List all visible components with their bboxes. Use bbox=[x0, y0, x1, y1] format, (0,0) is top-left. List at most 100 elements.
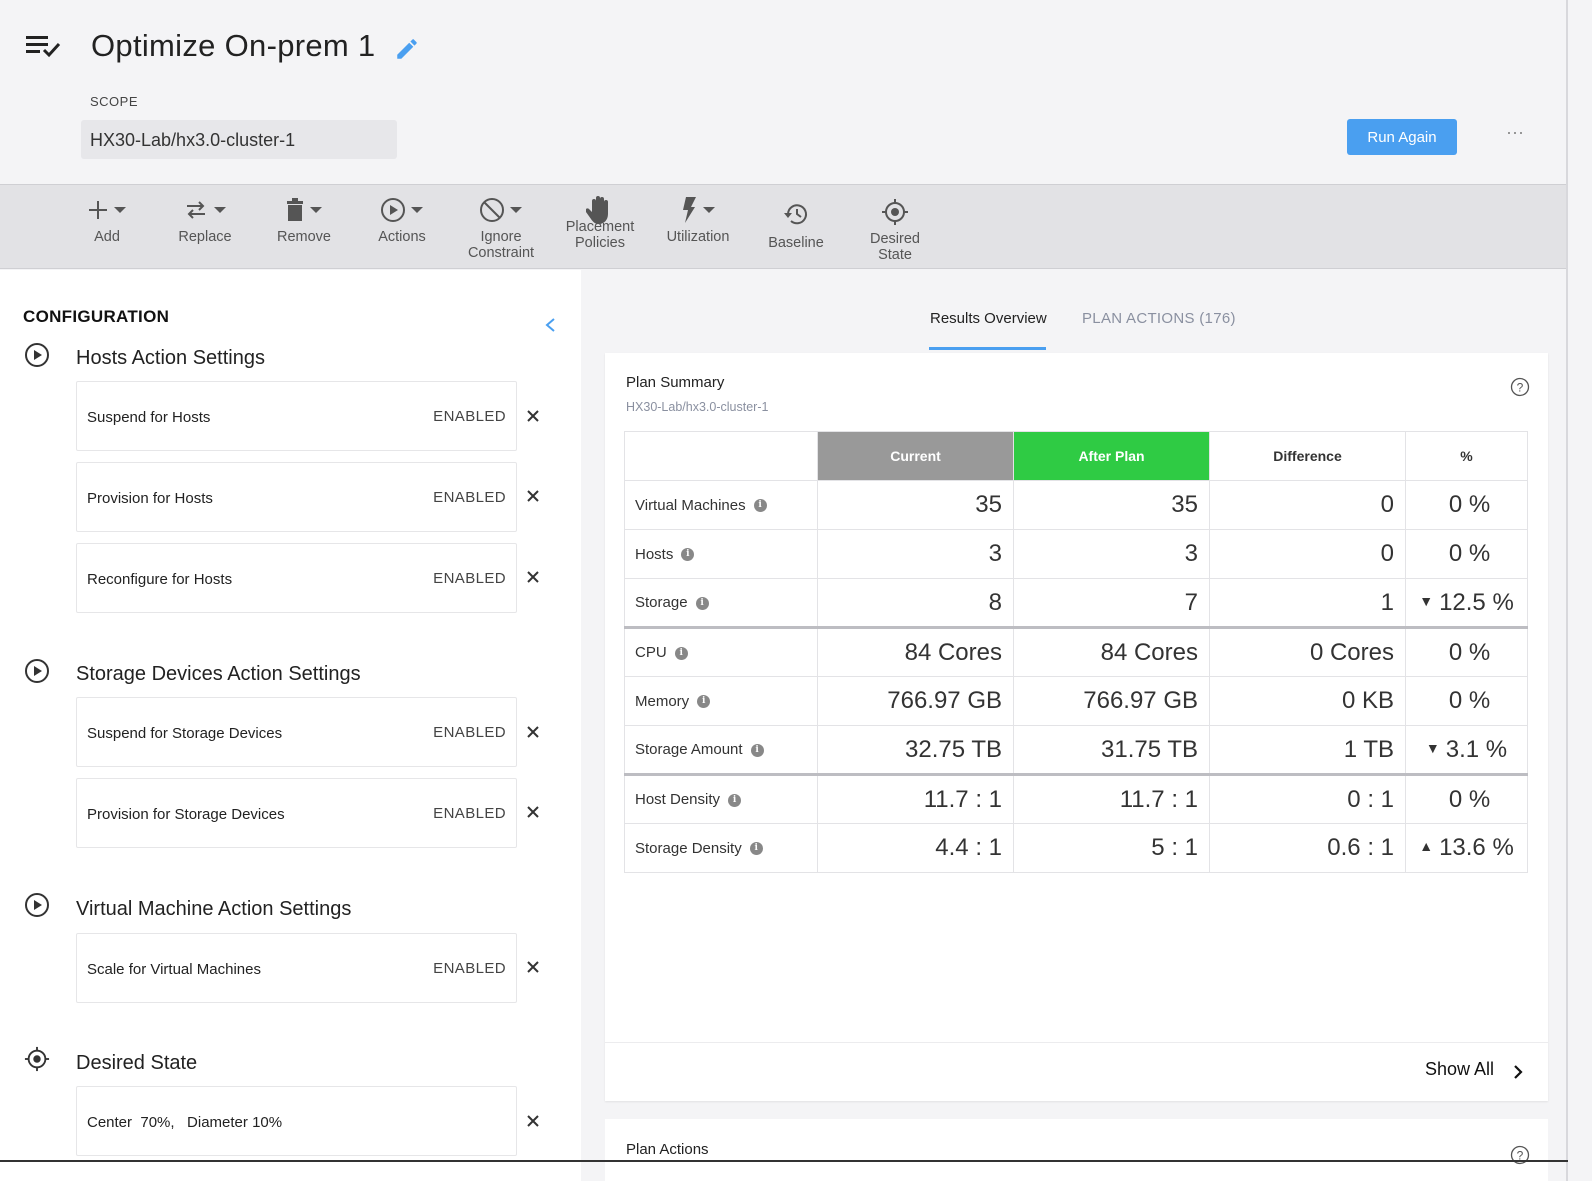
window-edge bbox=[1566, 0, 1568, 1181]
setting-suspend-hosts[interactable]: Suspend for Hosts ENABLED bbox=[76, 381, 517, 451]
plan-toolbar: Add Replace Remove Actions Ignore Constr… bbox=[0, 184, 1566, 269]
percent-cell: ▲ 13.6 % bbox=[1405, 823, 1528, 873]
tab-plan-actions[interactable]: PLAN ACTIONS (176) bbox=[1082, 310, 1236, 327]
setting-state: ENABLED bbox=[433, 960, 506, 977]
close-icon[interactable] bbox=[525, 959, 541, 975]
trend-down-icon: ▼ bbox=[1419, 592, 1434, 609]
play-circle-icon[interactable] bbox=[24, 342, 50, 368]
close-icon[interactable] bbox=[525, 1113, 541, 1129]
row-label: Hosts bbox=[635, 545, 674, 563]
help-circle-icon[interactable]: ? bbox=[1510, 1145, 1530, 1165]
plan-list-check-icon bbox=[26, 36, 61, 58]
scope-field[interactable]: HX30-Lab/hx3.0-cluster-1 bbox=[81, 120, 397, 159]
current-value: 35 bbox=[817, 480, 1014, 530]
percent-value: 3.1 % bbox=[1445, 735, 1508, 763]
pencil-icon[interactable] bbox=[394, 36, 420, 62]
trend-up-icon: ▲ bbox=[1419, 838, 1434, 854]
table-row: Storage Amount i 32.75 TB 31.75 TB 1 TB ▼… bbox=[624, 725, 1528, 775]
ignore-constraint-tool[interactable]: Ignore Constraint bbox=[451, 191, 551, 261]
row-label-cell: Storage Density i bbox=[624, 823, 818, 873]
caret-down-icon[interactable] bbox=[410, 206, 424, 214]
more-menu-icon[interactable]: ··· bbox=[1506, 122, 1524, 143]
history-icon bbox=[784, 204, 807, 225]
info-icon[interactable]: i bbox=[681, 548, 695, 562]
difference-value: 0.6 : 1 bbox=[1209, 823, 1406, 873]
setting-name: Provision for Storage Devices bbox=[87, 806, 285, 823]
row-label-cell: Host Density i bbox=[624, 773, 818, 824]
current-value: 32.75 TB bbox=[817, 725, 1014, 775]
close-icon[interactable] bbox=[525, 804, 541, 820]
remove-tool[interactable]: Remove bbox=[254, 191, 354, 245]
current-value: 4.4 : 1 bbox=[817, 823, 1014, 873]
info-icon[interactable]: i bbox=[674, 646, 688, 660]
baseline-tool[interactable]: Baseline bbox=[746, 191, 846, 251]
difference-value: 0 bbox=[1209, 529, 1406, 579]
percent-cell: 0 % bbox=[1405, 676, 1528, 726]
current-value: 11.7 : 1 bbox=[817, 773, 1014, 824]
current-value: 84 Cores bbox=[817, 626, 1014, 677]
caret-down-icon[interactable] bbox=[509, 206, 523, 214]
play-circle-icon[interactable] bbox=[24, 892, 50, 918]
setting-state: ENABLED bbox=[433, 805, 506, 822]
row-label: Memory bbox=[635, 692, 690, 710]
info-icon[interactable]: i bbox=[749, 842, 763, 856]
add-tool[interactable]: Add bbox=[57, 191, 157, 245]
info-icon[interactable]: i bbox=[697, 695, 711, 709]
placement-policies-tool[interactable]: Placement Policies bbox=[550, 191, 650, 251]
actions-tool[interactable]: Actions bbox=[352, 191, 452, 245]
after-plan-value: 84 Cores bbox=[1013, 626, 1210, 677]
setting-scale-vms[interactable]: Scale for Virtual Machines ENABLED bbox=[76, 933, 517, 1003]
run-again-button[interactable]: Run Again bbox=[1347, 119, 1457, 155]
setting-desired-state[interactable]: Center 70%, Diameter 10% bbox=[76, 1086, 517, 1156]
after-plan-value: 766.97 GB bbox=[1013, 676, 1210, 726]
setting-provision-hosts[interactable]: Provision for Hosts ENABLED bbox=[76, 462, 517, 532]
ignore-label-line1: Ignore bbox=[480, 229, 522, 245]
desired-state-tool[interactable]: Desired State bbox=[845, 191, 945, 263]
info-icon[interactable]: i bbox=[750, 743, 764, 757]
tab-results-overview[interactable]: Results Overview bbox=[930, 310, 1047, 327]
replace-label: Replace bbox=[178, 229, 232, 245]
setting-state: ENABLED bbox=[433, 724, 506, 741]
card-title: Plan Actions bbox=[626, 1141, 709, 1158]
header-difference: Difference bbox=[1209, 431, 1406, 481]
info-icon[interactable]: i bbox=[753, 499, 767, 513]
table-header-row: Current After Plan Difference % bbox=[624, 431, 1528, 481]
help-circle-icon[interactable]: ? bbox=[1510, 377, 1530, 397]
caret-down-icon[interactable] bbox=[702, 206, 716, 214]
swap-icon bbox=[187, 201, 205, 219]
setting-suspend-storage[interactable]: Suspend for Storage Devices ENABLED bbox=[76, 697, 517, 767]
close-icon[interactable] bbox=[525, 569, 541, 585]
target-icon[interactable] bbox=[24, 1046, 50, 1072]
setting-name: Reconfigure for Hosts bbox=[87, 571, 233, 588]
close-icon[interactable] bbox=[525, 488, 541, 504]
section-title-storage: Storage Devices Action Settings bbox=[76, 663, 361, 685]
after-plan-value: 7 bbox=[1013, 578, 1210, 628]
chevron-left-icon[interactable] bbox=[543, 317, 557, 333]
percent-cell: 0 % bbox=[1405, 773, 1528, 824]
show-all-link[interactable]: Show All bbox=[1425, 1059, 1494, 1080]
utilization-tool[interactable]: Utilization bbox=[648, 191, 748, 245]
difference-value: 0 KB bbox=[1209, 676, 1406, 726]
plus-icon bbox=[89, 201, 107, 219]
caret-down-icon[interactable] bbox=[113, 206, 127, 214]
caret-down-icon[interactable] bbox=[213, 206, 227, 214]
row-label: Storage Amount bbox=[635, 741, 743, 758]
percent-value: 13.6 % bbox=[1439, 834, 1514, 861]
close-icon[interactable] bbox=[525, 408, 541, 424]
table-row: Storage Density i 4.4 : 1 5 : 1 0.6 : 1 ▲… bbox=[624, 823, 1528, 873]
percent-cell: ▼ 3.1 % bbox=[1405, 725, 1528, 775]
play-circle-icon[interactable] bbox=[24, 658, 50, 684]
setting-provision-storage[interactable]: Provision for Storage Devices ENABLED bbox=[76, 778, 517, 848]
trend-down-icon: ▼ bbox=[1425, 739, 1440, 756]
caret-down-icon[interactable] bbox=[309, 206, 323, 214]
section-title-desired-state: Desired State bbox=[76, 1052, 198, 1074]
info-icon[interactable]: i bbox=[695, 596, 709, 610]
replace-tool[interactable]: Replace bbox=[155, 191, 255, 245]
difference-value: 0 Cores bbox=[1209, 626, 1406, 677]
setting-reconfigure-hosts[interactable]: Reconfigure for Hosts ENABLED bbox=[76, 543, 517, 613]
actions-label: Actions bbox=[378, 229, 426, 245]
percent-cell: 0 % bbox=[1405, 529, 1528, 579]
info-icon[interactable]: i bbox=[728, 793, 742, 807]
close-icon[interactable] bbox=[525, 724, 541, 740]
chevron-right-icon[interactable] bbox=[1512, 1063, 1524, 1081]
